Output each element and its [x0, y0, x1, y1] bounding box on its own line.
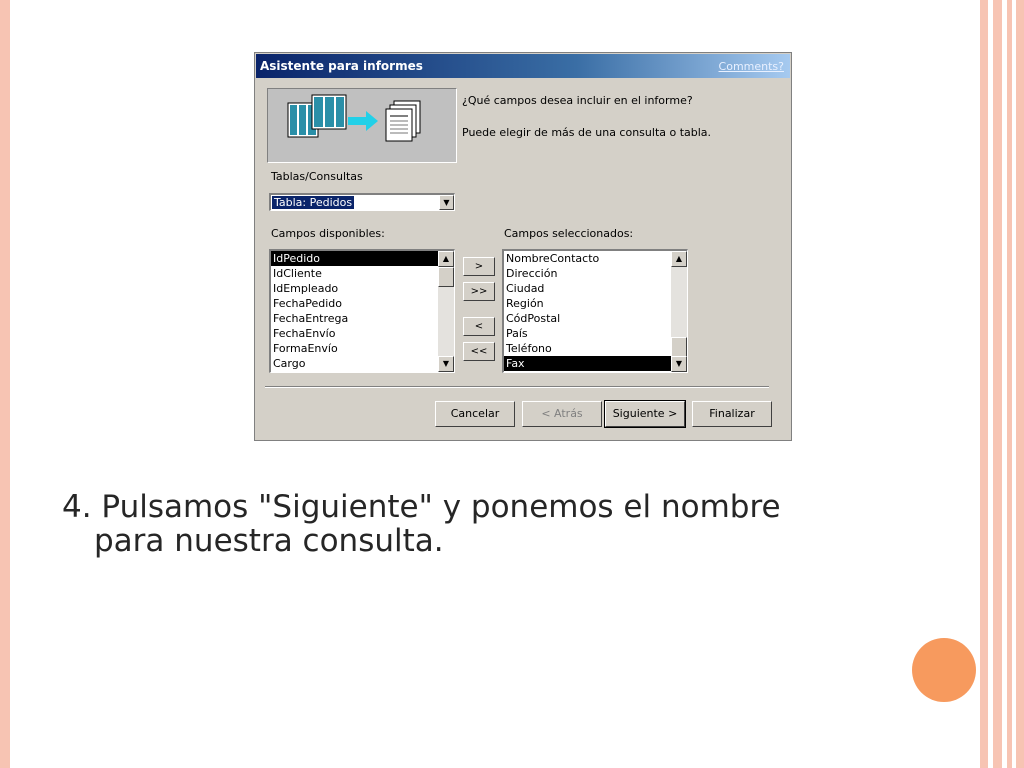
caption-line-2: para nuestra consulta. — [94, 523, 444, 559]
list-item[interactable]: IdPedido — [271, 251, 438, 266]
list-item[interactable]: IdEmpleado — [271, 281, 438, 296]
available-fields-list[interactable]: IdPedido IdCliente IdEmpleado FechaPedid… — [269, 249, 455, 373]
add-all-fields-button[interactable]: >> — [463, 282, 495, 301]
next-button[interactable]: Siguiente > — [604, 400, 686, 428]
report-wizard-dialog: Asistente para informes Comments? ¿Qué c… — [254, 52, 792, 441]
wizard-question: ¿Qué campos desea incluir en el informe? — [462, 94, 693, 107]
comments-link[interactable]: Comments? — [719, 60, 784, 73]
finish-button[interactable]: Finalizar — [692, 401, 772, 427]
list-item[interactable]: FechaEnvío — [271, 326, 438, 341]
scroll-up-icon[interactable]: ▲ — [438, 251, 454, 267]
list-item[interactable]: FechaEntrega — [271, 311, 438, 326]
scroll-down-icon[interactable]: ▼ — [438, 356, 454, 372]
list-item[interactable]: CódPostal — [504, 311, 671, 326]
wizard-hint: Puede elegir de más de una consulta o ta… — [462, 126, 712, 139]
chevron-down-icon[interactable]: ▼ — [439, 195, 454, 210]
selected-fields-list[interactable]: NombreContacto Dirección Ciudad Región C… — [502, 249, 688, 373]
remove-all-fields-button[interactable]: << — [463, 342, 495, 361]
list-item[interactable]: Cargo — [271, 356, 438, 371]
tables-label: Tablas/Consultas — [271, 170, 363, 183]
list-item[interactable]: País — [504, 326, 671, 341]
available-fields-label: Campos disponibles: — [271, 227, 385, 240]
list-item[interactable]: Región — [504, 296, 671, 311]
caption-line-1: 4. Pulsamos "Siguiente" y ponemos el nom… — [62, 489, 781, 525]
list-item[interactable]: Dirección — [504, 266, 671, 281]
table-select[interactable]: Tabla: Pedidos ▼ — [269, 193, 455, 211]
list-item[interactable]: Ciudad — [504, 281, 671, 296]
selected-fields-label: Campos seleccionados: — [504, 227, 634, 240]
available-scrollbar[interactable]: ▲ ▼ — [438, 251, 454, 372]
wizard-illustration — [267, 88, 457, 163]
dialog-title: Asistente para informes — [260, 59, 423, 73]
back-button[interactable]: < Atrás — [522, 401, 602, 427]
add-field-button[interactable]: > — [463, 257, 495, 276]
scroll-down-icon[interactable]: ▼ — [671, 356, 687, 372]
list-item[interactable]: FormaEnvío — [271, 341, 438, 356]
selected-scrollbar[interactable]: ▲ ▼ — [671, 251, 687, 372]
dialog-separator — [265, 386, 769, 388]
list-item[interactable]: IdCliente — [271, 266, 438, 281]
slide-left-border — [0, 0, 10, 768]
list-item[interactable]: FechaPedido — [271, 296, 438, 311]
scroll-up-icon[interactable]: ▲ — [671, 251, 687, 267]
table-select-value: Tabla: Pedidos — [272, 196, 355, 209]
scroll-thumb[interactable] — [438, 267, 454, 287]
scroll-thumb[interactable] — [671, 337, 687, 357]
list-item[interactable]: NombreContacto — [504, 251, 671, 266]
decorative-circle — [912, 638, 976, 702]
slide-caption: 4. Pulsamos "Siguiente" y ponemos el nom… — [62, 490, 942, 558]
cancel-button[interactable]: Cancelar — [435, 401, 515, 427]
slide-right-stripes — [976, 0, 1024, 768]
list-item[interactable]: Teléfono — [504, 341, 671, 356]
dialog-titlebar: Asistente para informes Comments? — [256, 54, 790, 78]
remove-field-button[interactable]: < — [463, 317, 495, 336]
list-item[interactable]: Fax — [504, 356, 671, 371]
